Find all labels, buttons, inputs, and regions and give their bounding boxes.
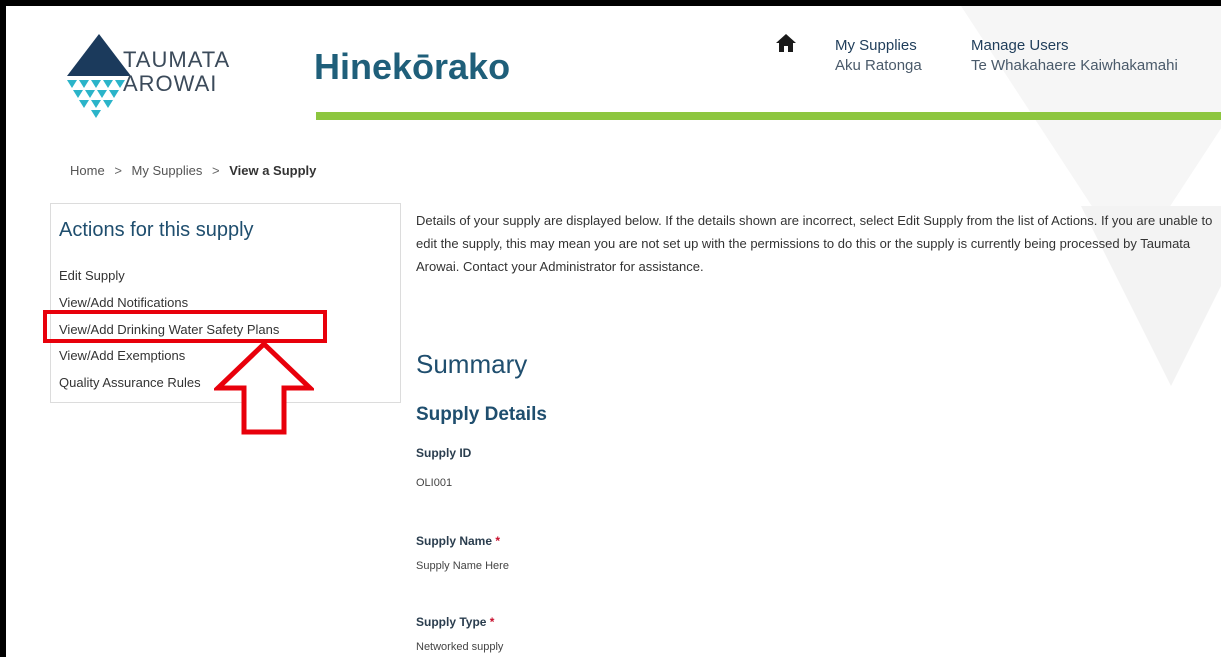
header-accent-bar [316, 112, 1221, 120]
action-quality-assurance-rules[interactable]: Quality Assurance Rules [59, 375, 201, 390]
supply-id-label-text: Supply ID [416, 446, 472, 460]
nav-my-supplies[interactable]: My Supplies Aku Ratonga [835, 36, 922, 76]
required-marker: * [489, 615, 495, 629]
highlight-rectangle [43, 310, 327, 343]
action-edit-supply[interactable]: Edit Supply [59, 268, 125, 283]
up-arrow-icon [214, 340, 314, 435]
supply-id-label: Supply ID [416, 446, 471, 460]
nav-manage-users[interactable]: Manage Users Te Whakahaere Kaiwhakamahi [971, 36, 1178, 76]
required-marker: * [495, 534, 501, 548]
supply-name-value: Supply Name Here [416, 560, 509, 572]
supply-type-label: Supply Type * [416, 615, 494, 629]
home-icon[interactable] [776, 34, 796, 52]
action-view-add-notifications[interactable]: View/Add Notifications [59, 295, 188, 310]
intro-text: Details of your supply are displayed bel… [416, 213, 1213, 274]
nav-my-supplies-label: My Supplies [835, 37, 917, 54]
supply-id-value: OLI001 [416, 477, 453, 489]
logo-line-2: AROWAI [123, 71, 218, 96]
breadcrumb-separator: > [114, 163, 122, 178]
page-frame: TAUMATA AROWAI Hinekōrako My Supplies Ak… [0, 0, 1221, 657]
action-view-add-exemptions[interactable]: View/Add Exemptions [59, 348, 185, 363]
summary-heading: Summary [416, 349, 528, 379]
supply-type-value: Networked supply [416, 641, 504, 653]
supply-name-label-text: Supply Name [416, 534, 493, 548]
breadcrumb-current: View a Supply [229, 163, 317, 178]
logo-wordmark: TAUMATA AROWAI [123, 48, 230, 96]
breadcrumb-home[interactable]: Home [70, 163, 105, 178]
nav-my-supplies-sublabel: Aku Ratonga [835, 57, 922, 74]
nav-manage-users-label: Manage Users [971, 37, 1069, 54]
actions-title: Actions for this supply [59, 219, 254, 241]
nav-manage-users-sublabel: Te Whakahaere Kaiwhakamahi [971, 57, 1178, 74]
breadcrumb-my-supplies[interactable]: My Supplies [132, 163, 203, 178]
logo-line-1: TAUMATA [123, 47, 231, 72]
breadcrumb-separator: > [211, 163, 220, 178]
breadcrumb: Home > My Supplies > View a Supply [70, 163, 316, 178]
app-title: Hinekōrako [314, 46, 511, 87]
supply-type-label-text: Supply Type [416, 615, 487, 629]
supply-details-heading: Supply Details [416, 404, 547, 425]
supply-name-label: Supply Name * [416, 534, 500, 548]
